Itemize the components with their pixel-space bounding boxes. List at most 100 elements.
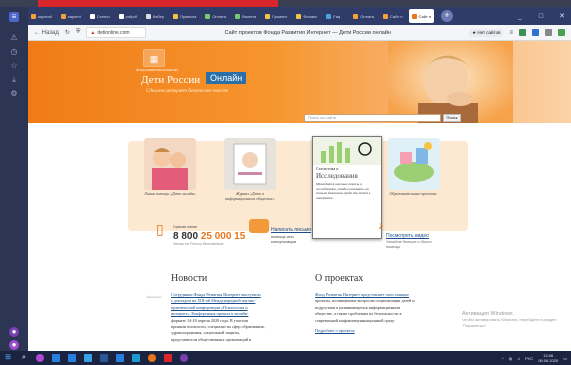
taskbar-app-icon[interactable] bbox=[132, 354, 140, 362]
search-input[interactable]: Поиск на сайте bbox=[304, 114, 441, 122]
site-favicon-icon: ▲ bbox=[90, 29, 96, 36]
volume-icon[interactable]: ♫ bbox=[517, 356, 520, 361]
chat-icon[interactable] bbox=[249, 219, 269, 233]
bookmark-button[interactable]: ★ Нет сайтов bbox=[469, 28, 504, 37]
card-education[interactable] bbox=[388, 138, 440, 190]
tab[interactable]: Гуманит bbox=[262, 9, 290, 23]
warning-icon[interactable]: ⚠ bbox=[9, 33, 19, 43]
research-kicker: Статистика и bbox=[316, 166, 339, 171]
windows-activation-watermark: Активация Windows Чтобы активировать Win… bbox=[462, 311, 556, 329]
favicon-icon bbox=[235, 13, 241, 19]
menu-icon[interactable]: ≡ bbox=[509, 30, 513, 36]
close-button[interactable]: ✕ bbox=[553, 12, 571, 20]
hotline-label: Горячая линия bbox=[173, 225, 197, 229]
keyboard-language[interactable]: РУС bbox=[525, 356, 533, 361]
favicon-icon bbox=[296, 13, 302, 19]
tab[interactable]: Правила bbox=[170, 9, 199, 23]
taskbar-app-icon[interactable] bbox=[68, 354, 76, 362]
watch-video-link[interactable]: Посмотреть видео bbox=[386, 233, 429, 239]
browser-menu-icon[interactable]: ≡ bbox=[9, 12, 19, 22]
assistant-icon[interactable]: ● bbox=[9, 327, 19, 337]
star-icon[interactable]: ☆ bbox=[9, 61, 19, 71]
tab[interactable]: Кибер bbox=[143, 9, 167, 23]
news-link[interactable]: интернет». Конференция прошла в онлайн- bbox=[171, 311, 248, 316]
search-icon[interactable]: ⌕ bbox=[20, 354, 28, 362]
favicon-icon bbox=[326, 13, 332, 19]
taskbar-app-icon[interactable] bbox=[84, 354, 92, 362]
shield-icon[interactable]: ⛨ bbox=[76, 29, 81, 36]
tab-active[interactable]: Сайт п bbox=[408, 9, 435, 23]
favicon-icon bbox=[383, 13, 389, 19]
hotline-number[interactable]: 8 800 25 000 15 bbox=[173, 231, 245, 242]
news-link[interactable]: Сотрудники Фонда Развития Интернет высту… bbox=[171, 292, 261, 297]
notifications-icon[interactable]: ▭ bbox=[563, 356, 567, 361]
url-field[interactable]: ▲ detionline.com bbox=[86, 27, 147, 38]
tab[interactable]: Валюта bbox=[232, 9, 259, 23]
profile-icon[interactable]: ● bbox=[9, 340, 19, 350]
clock-date: 08.06.2020 bbox=[538, 358, 559, 363]
card-helpline-label[interactable]: Линия помощи «Дети онлайн» bbox=[144, 191, 196, 196]
about-heading: О проектах bbox=[315, 273, 364, 284]
tab[interactable]: Оплата bbox=[202, 9, 229, 23]
write-letter-link[interactable]: Написать письмо bbox=[271, 227, 311, 233]
news-link[interactable]: практической конференции «Психология и bbox=[171, 305, 248, 310]
search-button[interactable]: Поиск bbox=[443, 114, 461, 122]
tab[interactable]: sapient bbox=[58, 9, 84, 23]
taskbar-app-icon[interactable] bbox=[52, 354, 60, 362]
taskbar-app-icon[interactable] bbox=[100, 354, 108, 362]
tab[interactable]: Faq bbox=[323, 9, 347, 23]
extension-icon[interactable] bbox=[545, 29, 552, 36]
tab-label: sapienti bbox=[38, 13, 52, 19]
clock-icon[interactable]: ◷ bbox=[9, 47, 19, 57]
clock[interactable]: 13:06 08.06.2020 bbox=[538, 353, 558, 363]
tab-label: pdfpdf bbox=[125, 13, 137, 19]
network-icon[interactable]: ◍ bbox=[509, 356, 513, 361]
tab[interactable]: Статьи bbox=[87, 9, 113, 23]
hotline-number-prefix: 8 800 bbox=[173, 231, 199, 242]
tab[interactable]: Оплата bbox=[350, 9, 377, 23]
maximize-button[interactable]: □ bbox=[532, 13, 550, 20]
taskbar-app-icon[interactable] bbox=[148, 354, 156, 362]
taskbar-app-icon[interactable] bbox=[36, 354, 44, 362]
logo-icon[interactable]: ▦ bbox=[143, 49, 165, 67]
window-caption-accent bbox=[38, 0, 278, 7]
header-photo bbox=[388, 41, 513, 123]
download-icon[interactable]: ⤓ bbox=[9, 75, 19, 85]
education-illustration bbox=[388, 138, 440, 190]
card-journal-label[interactable]: Журнал «Дети в информационном обществе» bbox=[224, 191, 276, 201]
tab-label: Оплата bbox=[360, 13, 375, 19]
chevron-up-icon[interactable]: ^ bbox=[502, 356, 504, 361]
back-button[interactable]: ← Назад bbox=[34, 30, 59, 36]
reload-icon[interactable]: ↻ bbox=[65, 29, 70, 36]
settings-icon[interactable]: ⚙ bbox=[9, 89, 19, 99]
about-more-link[interactable]: Подробнее о проектах bbox=[315, 328, 355, 333]
research-illustration bbox=[313, 137, 381, 165]
extension-icon[interactable] bbox=[558, 29, 565, 36]
video-icon[interactable]: ♪ bbox=[378, 220, 384, 232]
tab[interactable]: Сайт п bbox=[380, 9, 406, 23]
taskbar-app-icon[interactable] bbox=[180, 354, 188, 362]
watch-video-subtitle: Узнайте больше о Линии помощи bbox=[386, 240, 432, 249]
taskbar-app-icon[interactable] bbox=[116, 354, 124, 362]
windows-start-icon[interactable]: ⊞ bbox=[4, 354, 12, 362]
card-helpline[interactable] bbox=[144, 138, 196, 190]
research-title: Исследования bbox=[316, 172, 358, 180]
research-tooltip[interactable]: Статистика и Исследования Проводятся нау… bbox=[312, 136, 382, 239]
logo-badge[interactable]: Онлайн bbox=[206, 72, 247, 84]
news-link[interactable]: с докладом на XIII-ой Международной науч… bbox=[171, 298, 255, 303]
minimize-button[interactable]: _ bbox=[511, 13, 529, 20]
extension-icon[interactable] bbox=[519, 29, 526, 36]
tab[interactable]: sapienti bbox=[28, 9, 55, 23]
card-education-label[interactable]: Образовательные проекты bbox=[382, 191, 444, 196]
extension-icon[interactable] bbox=[532, 29, 539, 36]
tab-label: sapient bbox=[67, 13, 81, 19]
tab[interactable]: Финанс bbox=[293, 9, 320, 23]
new-tab-button[interactable]: + bbox=[441, 10, 454, 22]
card-journal[interactable] bbox=[224, 138, 276, 190]
about-link[interactable]: Фонд Развития Интернет представляет свои… bbox=[315, 292, 409, 297]
page-title: Сайт проектов Фонда Развития Интернет — … bbox=[224, 29, 391, 36]
tab[interactable]: pdfpdf bbox=[116, 9, 140, 23]
taskbar-app-icon[interactable] bbox=[164, 354, 172, 362]
journal-photo bbox=[224, 138, 276, 190]
logo-title[interactable]: Дети России bbox=[141, 74, 200, 86]
